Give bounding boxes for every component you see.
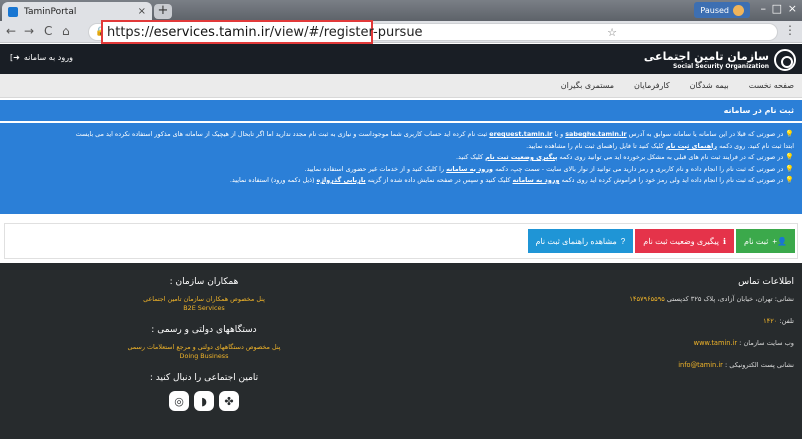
- lightbulb-icon: 💡: [785, 176, 794, 184]
- logo-emblem-icon: [774, 49, 796, 71]
- lightbulb-icon: 💡: [785, 130, 794, 138]
- gov-title: دستگاههای دولتی و رسمی :: [151, 325, 257, 335]
- info-line-5: 💡در صورتی که ثبت نام را انجام داده اید و…: [229, 176, 794, 184]
- reload-icon[interactable]: C: [44, 24, 52, 38]
- login-link[interactable]: ورود به سامانه ➜]: [10, 53, 73, 62]
- site-header: سازمان تامین اجتماعی Social Security Org…: [0, 44, 802, 74]
- address-row: نشانی: تهران، خیابان آزادی، پلاک ۳۲۵ کدپ…: [629, 295, 794, 303]
- add-user-icon: 👤+: [772, 236, 787, 246]
- tab-close-icon[interactable]: ×: [138, 6, 146, 17]
- sign-in-icon: ➜]: [10, 53, 20, 62]
- main-nav: صفحه نخست بیمه شدگان کارفرمایان مستمری ب…: [0, 74, 802, 98]
- nav-home[interactable]: صفحه نخست: [749, 81, 794, 90]
- register-button[interactable]: 👤+ ثبت نام: [736, 229, 795, 253]
- url-text: https://eservices.tamin.ir/view/#/regist…: [107, 24, 423, 40]
- home-icon[interactable]: ⌂: [62, 24, 70, 38]
- erequest-link[interactable]: erequest.tamin.ir: [489, 130, 552, 138]
- profile-button[interactable]: Paused: [694, 2, 750, 18]
- b2e-link-fa[interactable]: پنل مخصوص همکاران سازمان تامین اجتماعی: [10, 295, 398, 304]
- website-link[interactable]: www.tamin.ir: [694, 339, 737, 347]
- browser-toolbar: ← → C ⌂ 🔒 https://eservices.tamin.ir/vie…: [0, 20, 802, 44]
- pursue-label: پیگیری وضعیت ثبت نام: [643, 236, 719, 246]
- sabeghe-link[interactable]: sabeghe.tamin.ir: [565, 130, 626, 138]
- nav-insured[interactable]: بیمه شدگان: [690, 81, 729, 90]
- telegram-icon[interactable]: ◗: [194, 391, 214, 411]
- phone-row: تلفن: ۱۴۲۰: [763, 317, 794, 325]
- info-icon: ℹ: [722, 236, 727, 246]
- social-icons: ◎ ◗ ✤: [10, 391, 398, 411]
- maximize-icon[interactable]: □: [772, 2, 782, 15]
- contact-section: اطلاعات تماس نشانی: تهران، خیابان آزادی،…: [404, 277, 794, 383]
- forward-icon[interactable]: →: [24, 24, 34, 38]
- guide-button[interactable]: ? مشاهده راهنمای ثبت نام: [527, 229, 634, 253]
- aparat-icon[interactable]: ✤: [219, 391, 239, 411]
- info-line-3: 💡در صورتی که در فرایند ثبت نام های قبلی …: [455, 153, 794, 161]
- b2e-link-en[interactable]: B2E Services: [10, 304, 398, 313]
- new-tab-button[interactable]: +: [154, 4, 172, 19]
- profile-label: Paused: [700, 5, 729, 15]
- url-highlight[interactable]: https://eservices.tamin.ir/view/#/regist…: [101, 20, 423, 44]
- website-row: وب سایت سازمان : www.tamin.ir: [693, 339, 794, 347]
- panel-header: ثبت نام در سامانه: [0, 100, 802, 122]
- partners-section: همکاران سازمان : پنل مخصوص همکاران سازما…: [10, 277, 398, 411]
- email-row: نشانی پست الکترونیکی : info@tamin.ir: [678, 361, 794, 369]
- nav-employers[interactable]: کارفرمایان: [634, 81, 670, 90]
- question-icon: ?: [620, 236, 626, 246]
- email-link[interactable]: info@tamin.ir: [678, 361, 723, 369]
- login-inline-link[interactable]: ورود به سامانه: [446, 165, 493, 173]
- pursue-inline-link[interactable]: پیگیری وضعیت ثبت نام: [485, 153, 557, 161]
- follow-title: تامین اجتماعی را دنبال کنید :: [149, 373, 259, 383]
- address-bar[interactable]: 🔒 https://eservices.tamin.ir/view/#/regi…: [88, 20, 778, 44]
- logo-text-fa: سازمان تامین اجتماعی: [643, 50, 769, 63]
- contact-title: اطلاعات تماس: [738, 277, 794, 287]
- lightbulb-icon: 💡: [785, 153, 794, 161]
- tab-strip: TaminPortal × + Paused – □ ×: [0, 0, 802, 21]
- nav-pensioners[interactable]: مستمری بگیران: [561, 81, 614, 90]
- panel-title: ثبت نام در سامانه: [723, 106, 794, 115]
- gov-link-fa[interactable]: پنل مخصوص دستگاههای دولتی و مرجع استعلام…: [10, 343, 398, 352]
- info-line-2: ابتدا ثبت نام کنید. روی دکمه راهنمای ثبت…: [526, 141, 794, 150]
- logo-text-en: Social Security Organization: [673, 63, 769, 70]
- minimize-icon[interactable]: –: [761, 2, 767, 15]
- guide-label: مشاهده راهنمای ثبت نام: [535, 236, 617, 246]
- instagram-icon[interactable]: ◎: [169, 391, 189, 411]
- favicon-icon: [8, 6, 18, 17]
- password-recovery-link[interactable]: بازیابی گذرواژه: [317, 176, 366, 184]
- info-line-1: 💡در صورتی که قبلا در این سامانه یا سامان…: [75, 130, 794, 138]
- pursue-button[interactable]: ℹ پیگیری وضعیت ثبت نام: [635, 229, 735, 253]
- guide-inline-link[interactable]: راهنمای ثبت نام: [666, 142, 717, 150]
- register-label: ثبت نام: [744, 236, 769, 246]
- site-footer: اطلاعات تماس نشانی: تهران، خیابان آزادی،…: [0, 263, 802, 439]
- login-inline-link-2[interactable]: ورود به سامانه: [513, 176, 560, 184]
- browser-window: TaminPortal × + Paused – □ × ← → C ⌂ 🔒 h…: [0, 0, 802, 439]
- action-bar: 👤+ ثبت نام ℹ پیگیری وضعیت ثبت نام ? مشاه…: [4, 223, 798, 259]
- lightbulb-icon: 💡: [785, 164, 794, 173]
- tab-title: TaminPortal: [24, 6, 77, 17]
- back-icon[interactable]: ←: [6, 24, 16, 38]
- site-logo[interactable]: سازمان تامین اجتماعی Social Security Org…: [644, 47, 796, 73]
- panel-body: 💡در صورتی که قبلا در این سامانه یا سامان…: [0, 123, 802, 214]
- avatar-icon: [733, 4, 744, 16]
- window-close-icon[interactable]: ×: [788, 2, 797, 15]
- info-line-4: 💡در صورتی که ثبت نام را انجام داده و نام…: [304, 164, 794, 173]
- browser-menu-icon[interactable]: ⋮: [784, 23, 796, 37]
- bookmark-star-icon[interactable]: ☆: [607, 26, 617, 39]
- partners-title: همکاران سازمان :: [169, 277, 239, 287]
- tab-taminportal[interactable]: TaminPortal ×: [2, 2, 152, 21]
- gov-link-en[interactable]: Doing Business: [10, 352, 398, 361]
- login-label: ورود به سامانه: [23, 53, 73, 62]
